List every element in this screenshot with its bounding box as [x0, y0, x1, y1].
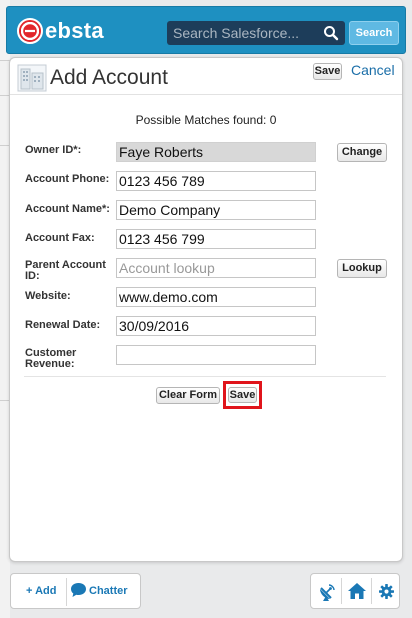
top-bar: ebsta Search	[6, 6, 406, 54]
chatter-icon[interactable]	[70, 582, 87, 598]
add-button[interactable]: + Add	[26, 585, 56, 597]
account-fax-label: Account Fax:	[25, 232, 95, 244]
building-icon	[17, 64, 47, 92]
possible-matches-text: Possible Matches found: 0	[135, 113, 277, 127]
search-icon[interactable]	[323, 25, 339, 41]
form-divider	[24, 376, 386, 377]
owner-id-label: Owner ID*:	[25, 144, 82, 156]
change-owner-button[interactable]: Change	[337, 143, 387, 162]
page-title: Add Account	[50, 66, 168, 89]
parent-account-field[interactable]	[116, 258, 316, 278]
owner-id-field[interactable]	[116, 142, 316, 162]
settings-button[interactable]	[372, 574, 401, 608]
clear-form-button[interactable]: Clear Form	[156, 387, 220, 404]
header-save-button[interactable]: Save	[313, 63, 342, 80]
parent-account-label: Parent Account ID:	[25, 260, 106, 282]
save-button-highlight: Save	[223, 381, 262, 409]
chatter-button[interactable]: Chatter	[89, 585, 128, 597]
toolbar-divider	[66, 578, 67, 606]
renewal-date-field[interactable]	[116, 316, 316, 336]
ebsta-logo-icon[interactable]	[17, 18, 43, 44]
home-icon	[348, 583, 366, 599]
website-label: Website:	[25, 290, 71, 302]
save-button[interactable]: Save	[228, 387, 257, 403]
gear-icon	[379, 584, 394, 599]
website-field[interactable]	[116, 287, 316, 307]
search-input[interactable]	[167, 21, 317, 45]
renewal-date-label: Renewal Date:	[25, 319, 101, 331]
bottom-toolbar-right	[310, 573, 400, 609]
cancel-link[interactable]: Cancel	[351, 62, 395, 78]
customer-revenue-field[interactable]	[116, 345, 316, 365]
account-name-field[interactable]	[116, 200, 316, 220]
account-phone-field[interactable]	[116, 171, 316, 191]
ebsta-logo-text: ebsta	[45, 18, 104, 43]
search-box	[167, 21, 345, 45]
bottom-toolbar-left: + Add Chatter	[10, 573, 141, 609]
add-account-panel: Add Account Save Cancel Possible Matches…	[9, 57, 403, 562]
customer-revenue-label: Customer Revenue:	[25, 348, 76, 370]
home-button[interactable]	[342, 574, 371, 608]
search-button[interactable]: Search	[349, 21, 399, 45]
account-phone-label: Account Phone:	[25, 173, 110, 185]
header-divider	[10, 94, 402, 95]
lookup-button[interactable]: Lookup	[337, 259, 387, 278]
satellite-dish-icon	[320, 584, 335, 601]
parent-account-label-line2: ID:	[25, 270, 40, 282]
account-name-label: Account Name*:	[25, 203, 110, 215]
broadcast-button[interactable]	[312, 574, 341, 608]
account-fax-field[interactable]	[116, 229, 316, 249]
customer-revenue-label-line2: Revenue:	[25, 358, 75, 370]
